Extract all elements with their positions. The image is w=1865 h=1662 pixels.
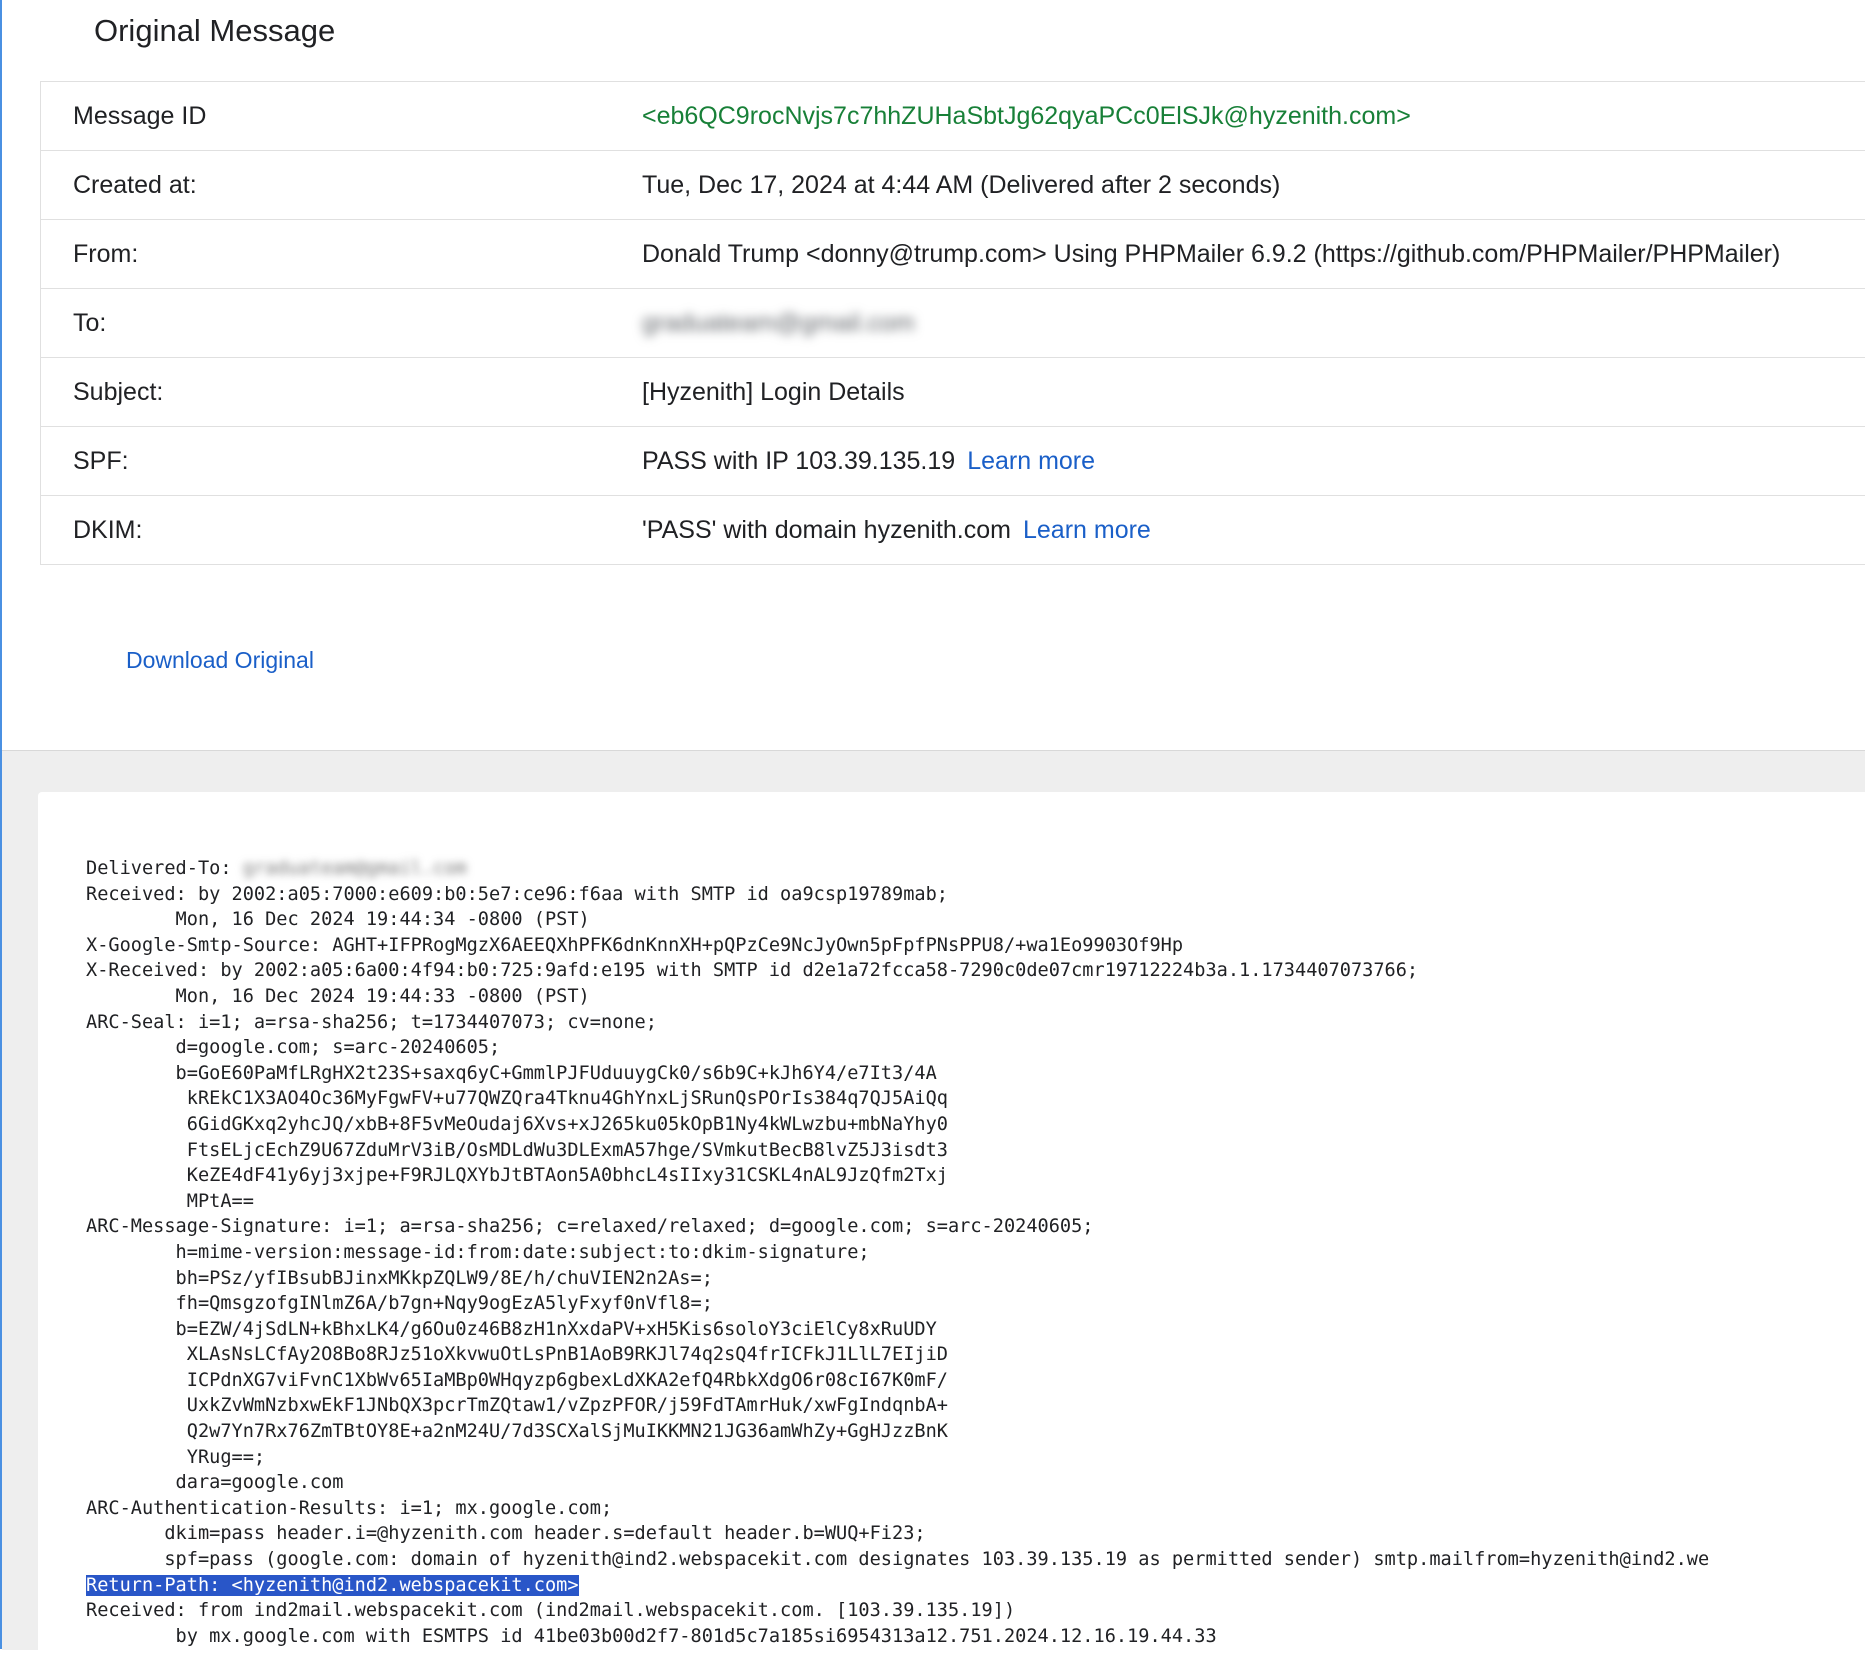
dkim-value: 'PASS' with domain hyzenith.com xyxy=(642,516,1011,544)
delivered-to-redacted: graduateam@gmail.com xyxy=(243,858,467,879)
to-value-redacted: graduateam@gmail.com xyxy=(642,309,915,337)
message-id-value: <eb6QC9rocNvjs7c7hhZUHaSbtJg62qyaPCc0ElS… xyxy=(642,82,1865,151)
row-dkim: DKIM: 'PASS' with domain hyzenith.com Lea… xyxy=(41,496,1865,565)
to-label: To: xyxy=(41,289,643,358)
created-at-label: Created at: xyxy=(41,151,643,220)
from-label: From: xyxy=(41,220,643,289)
delivered-to-label: Delivered-To: xyxy=(86,858,243,879)
spf-learn-more-link[interactable]: Learn more xyxy=(967,447,1095,475)
dkim-learn-more-link[interactable]: Learn more xyxy=(1023,516,1151,544)
raw-headers-block: Received: by 2002:a05:7000:e609:b0:5e7:c… xyxy=(86,884,1709,1570)
message-details-section: Original Message Message ID <eb6QC9rocNv… xyxy=(2,0,1865,750)
dkim-label: DKIM: xyxy=(41,496,643,565)
spf-value: PASS with IP 103.39.135.19 xyxy=(642,447,955,475)
row-to: To: graduateam@gmail.com xyxy=(41,289,1865,358)
from-value: Donald Trump <donny@trump.com> Using PHP… xyxy=(642,220,1865,289)
row-from: From: Donald Trump <donny@trump.com> Usi… xyxy=(41,220,1865,289)
row-message-id: Message ID <eb6QC9rocNvjs7c7hhZUHaSbtJg6… xyxy=(41,82,1865,151)
subject-value: [Hyzenith] Login Details xyxy=(642,358,1865,427)
row-created-at: Created at: Tue, Dec 17, 2024 at 4:44 AM… xyxy=(41,151,1865,220)
spf-label: SPF: xyxy=(41,427,643,496)
row-spf: SPF: PASS with IP 103.39.135.19 Learn mor… xyxy=(41,427,1865,496)
page-title: Original Message xyxy=(94,8,335,54)
raw-message-source[interactable]: Delivered-To: graduateam@gmail.com Recei… xyxy=(86,856,1709,1649)
row-subject: Subject: [Hyzenith] Login Details xyxy=(41,358,1865,427)
raw-received-block: Received: from ind2mail.webspacekit.com … xyxy=(86,1600,1217,1647)
created-at-value: Tue, Dec 17, 2024 at 4:44 AM (Delivered … xyxy=(642,151,1865,220)
subject-label: Subject: xyxy=(41,358,643,427)
download-original-link[interactable]: Download Original xyxy=(126,647,314,674)
message-details-table: Message ID <eb6QC9rocNvjs7c7hhZUHaSbtJg6… xyxy=(40,81,1865,565)
return-path-selected: Return-Path: <hyzenith@ind2.webspacekit.… xyxy=(86,1575,579,1596)
message-id-label: Message ID xyxy=(41,82,643,151)
